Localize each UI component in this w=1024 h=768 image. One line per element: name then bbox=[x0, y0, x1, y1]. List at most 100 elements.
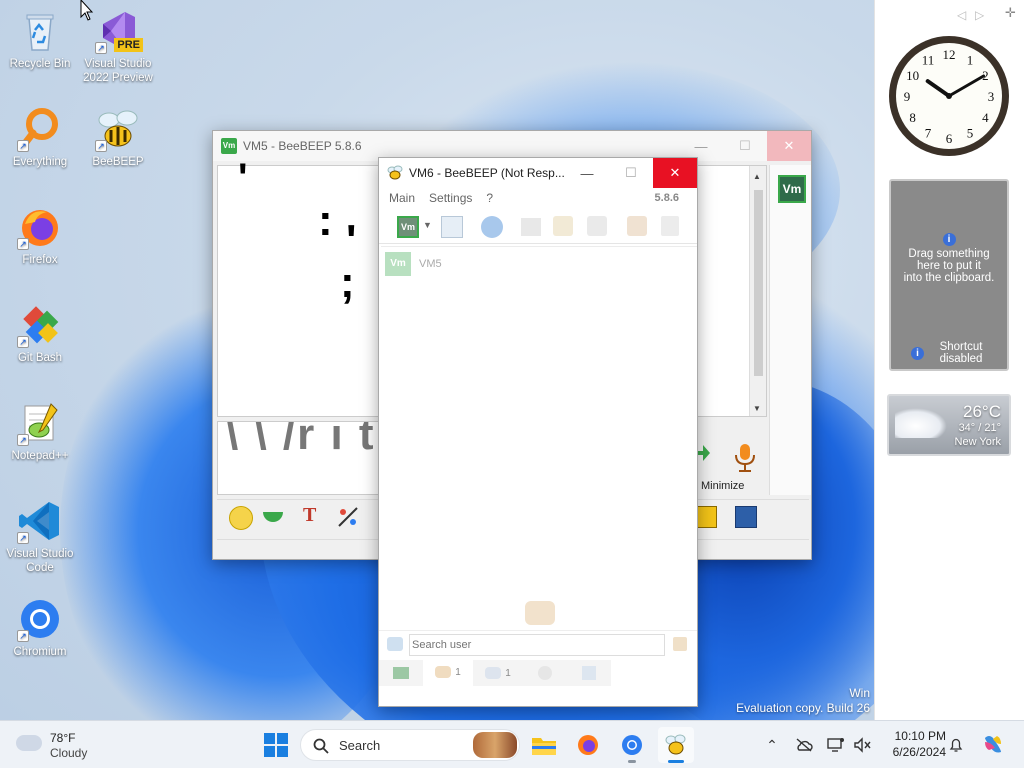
tray-chevron-up-icon[interactable]: ⌃ bbox=[762, 735, 782, 755]
notification-bell-icon[interactable] bbox=[946, 735, 966, 755]
taskbar-weather[interactable]: 78°F Cloudy bbox=[16, 731, 96, 761]
shortcut-arrow-icon: ↗ bbox=[17, 630, 29, 642]
desktop-icon-label: Firefox bbox=[22, 254, 58, 266]
start-button[interactable] bbox=[258, 727, 294, 763]
desktop-icon-git-bash[interactable]: ↗ Git Bash bbox=[0, 302, 80, 365]
file-icon[interactable] bbox=[697, 506, 717, 528]
taskbar-file-explorer[interactable] bbox=[526, 727, 562, 763]
user-vm-badge[interactable]: Vm bbox=[778, 175, 806, 203]
desktop-icon-recycle-bin[interactable]: Recycle Bin bbox=[0, 8, 80, 71]
taskbar-search-box[interactable]: Search bbox=[300, 729, 520, 761]
desktop-icon-notepad-plus-plus[interactable]: ↗ Notepad++ bbox=[0, 400, 80, 463]
folder-icon bbox=[532, 738, 556, 755]
disabled-tool-icon bbox=[553, 216, 573, 236]
maximize-button[interactable]: ☐ bbox=[609, 158, 653, 188]
scrollbar-vertical[interactable]: ▲ ▼ bbox=[749, 166, 766, 416]
chevron-down-icon[interactable]: ▼ bbox=[423, 220, 432, 230]
scroll-up-icon[interactable]: ▲ bbox=[753, 172, 761, 181]
sidebar-gadgets: ◁ ▷ ✛ 1 2 3 4 5 6 7 8 9 10 11 12 i Drag something h… bbox=[874, 0, 1024, 720]
sidebar-next-icon[interactable]: ▷ bbox=[975, 8, 984, 22]
info-icon[interactable] bbox=[481, 216, 503, 238]
filter-icon[interactable] bbox=[387, 637, 403, 651]
tab-tools[interactable] bbox=[567, 660, 611, 686]
font-style-icon[interactable]: T bbox=[303, 504, 316, 527]
onedrive-offline-icon[interactable] bbox=[794, 735, 814, 755]
firefox-icon bbox=[578, 735, 598, 755]
clipboard-gadget[interactable]: i Drag something here to put it into the… bbox=[889, 179, 1009, 371]
desktop-icon-label: Notepad++ bbox=[11, 450, 69, 462]
notepad-plus-plus-icon: ↗ bbox=[17, 400, 63, 446]
desktop-icon-beebeep[interactable]: ↗ BeeBEEP bbox=[78, 106, 158, 169]
taskbar-chromium[interactable] bbox=[614, 727, 650, 763]
sidebar-prev-icon[interactable]: ◁ bbox=[957, 8, 966, 22]
chevron-down-icon[interactable] bbox=[263, 512, 283, 522]
desktop-icon-label: Visual Studio 2022 Preview bbox=[83, 58, 153, 84]
menu-main[interactable]: Main bbox=[389, 191, 415, 205]
desktop-icon-label: Chromium bbox=[13, 646, 67, 658]
firefox-icon: ↗ bbox=[17, 204, 63, 250]
close-button[interactable]: ✕ bbox=[767, 131, 811, 161]
taskbar-clock[interactable]: 10:10 PM 6/26/2024 bbox=[876, 729, 946, 759]
scroll-down-icon[interactable]: ▼ bbox=[753, 404, 761, 413]
vm6-window[interactable]: VM6 - BeeBEEP (Not Resp... — ☐ ✕ Main Se… bbox=[378, 157, 698, 707]
emoticon-icon[interactable] bbox=[229, 506, 253, 530]
mouse-cursor-icon bbox=[80, 0, 94, 21]
weather-temp: 26°C bbox=[963, 402, 1001, 421]
microphone-icon[interactable] bbox=[733, 443, 757, 476]
clipboard-text-line3: into the clipboard. bbox=[903, 272, 995, 284]
minimize-label[interactable]: Minimize bbox=[701, 480, 744, 492]
weather-gadget[interactable]: 26°C 34° / 21° New York bbox=[887, 394, 1011, 456]
desktop-icon-label: Everything bbox=[12, 156, 68, 168]
clock-gadget[interactable]: 1 2 3 4 5 6 7 8 9 10 11 12 bbox=[887, 34, 1011, 158]
close-button[interactable]: ✕ bbox=[653, 158, 697, 188]
message-text: \ \ /r i t bbox=[226, 421, 376, 459]
maximize-button[interactable]: ☐ bbox=[723, 131, 767, 161]
menu-help[interactable]: ? bbox=[486, 191, 493, 205]
message-input[interactable]: \ \ /r i t bbox=[217, 421, 383, 495]
vm6-titlebar[interactable]: VM6 - BeeBEEP (Not Resp... — ☐ ✕ bbox=[379, 158, 697, 188]
git-bash-icon: ↗ bbox=[17, 302, 63, 348]
search-highlight-image bbox=[473, 732, 517, 758]
desktop: Recycle Bin PRE ↗ Visual Studio 2022 Pre… bbox=[0, 0, 874, 720]
clock-numeral: 7 bbox=[925, 125, 932, 140]
desktop-icon-everything[interactable]: ↗ Everything bbox=[0, 106, 80, 169]
tab-users[interactable]: 1 bbox=[423, 660, 473, 686]
add-gadget-icon[interactable]: ✛ bbox=[1005, 6, 1016, 21]
clear-search-icon[interactable] bbox=[673, 637, 687, 651]
search-label: Search bbox=[339, 738, 381, 753]
recycle-bin-icon bbox=[17, 8, 63, 54]
edit-vcard-icon[interactable] bbox=[441, 216, 463, 238]
tab-plugins[interactable] bbox=[523, 660, 567, 686]
scroll-thumb[interactable] bbox=[754, 190, 763, 376]
copilot-preview-icon[interactable] bbox=[980, 731, 1006, 757]
bottom-tab-bar: 1 1 bbox=[379, 660, 697, 686]
tab-chat[interactable] bbox=[379, 660, 423, 686]
status-vm-icon[interactable]: Vm bbox=[397, 216, 419, 238]
desktop-icon-label: BeeBEEP bbox=[92, 156, 144, 168]
chat-glyph: ' bbox=[238, 156, 248, 200]
clock-numeral: 12 bbox=[943, 47, 956, 62]
volume-muted-icon[interactable] bbox=[852, 735, 872, 755]
taskbar: 78°F Cloudy Search ⌃ 10:10 PM 6/26/2024 bbox=[0, 720, 1024, 768]
search-input[interactable] bbox=[409, 634, 665, 656]
minimize-button[interactable]: — bbox=[565, 158, 609, 188]
desktop-icon-firefox[interactable]: ↗ Firefox bbox=[0, 204, 80, 267]
desktop-icon-chromium[interactable]: ↗ Chromium bbox=[0, 596, 80, 659]
user-avatar: Vm bbox=[385, 252, 411, 276]
desktop-icon-vscode[interactable]: ↗ Visual Studio Code bbox=[0, 498, 80, 575]
visual-studio-preview-icon: PRE ↗ bbox=[95, 8, 143, 54]
chat-icon bbox=[393, 667, 409, 679]
weather-city: New York bbox=[954, 436, 1001, 448]
everything-search-icon: ↗ bbox=[17, 106, 63, 152]
menu-settings[interactable]: Settings bbox=[429, 191, 472, 205]
watermark-line2: Evaluation copy. Build 26 bbox=[736, 701, 870, 715]
list-item[interactable]: Vm VM5 bbox=[385, 252, 685, 276]
vscode-icon: ↗ bbox=[17, 498, 63, 544]
tab-groups[interactable]: 1 bbox=[473, 660, 523, 686]
color-palette-icon[interactable] bbox=[337, 506, 359, 528]
taskbar-beebeep[interactable] bbox=[658, 727, 694, 763]
taskbar-firefox[interactable] bbox=[570, 727, 606, 763]
network-display-icon[interactable] bbox=[826, 735, 846, 755]
save-icon[interactable] bbox=[735, 506, 757, 528]
groups-count: 1 bbox=[505, 667, 511, 679]
